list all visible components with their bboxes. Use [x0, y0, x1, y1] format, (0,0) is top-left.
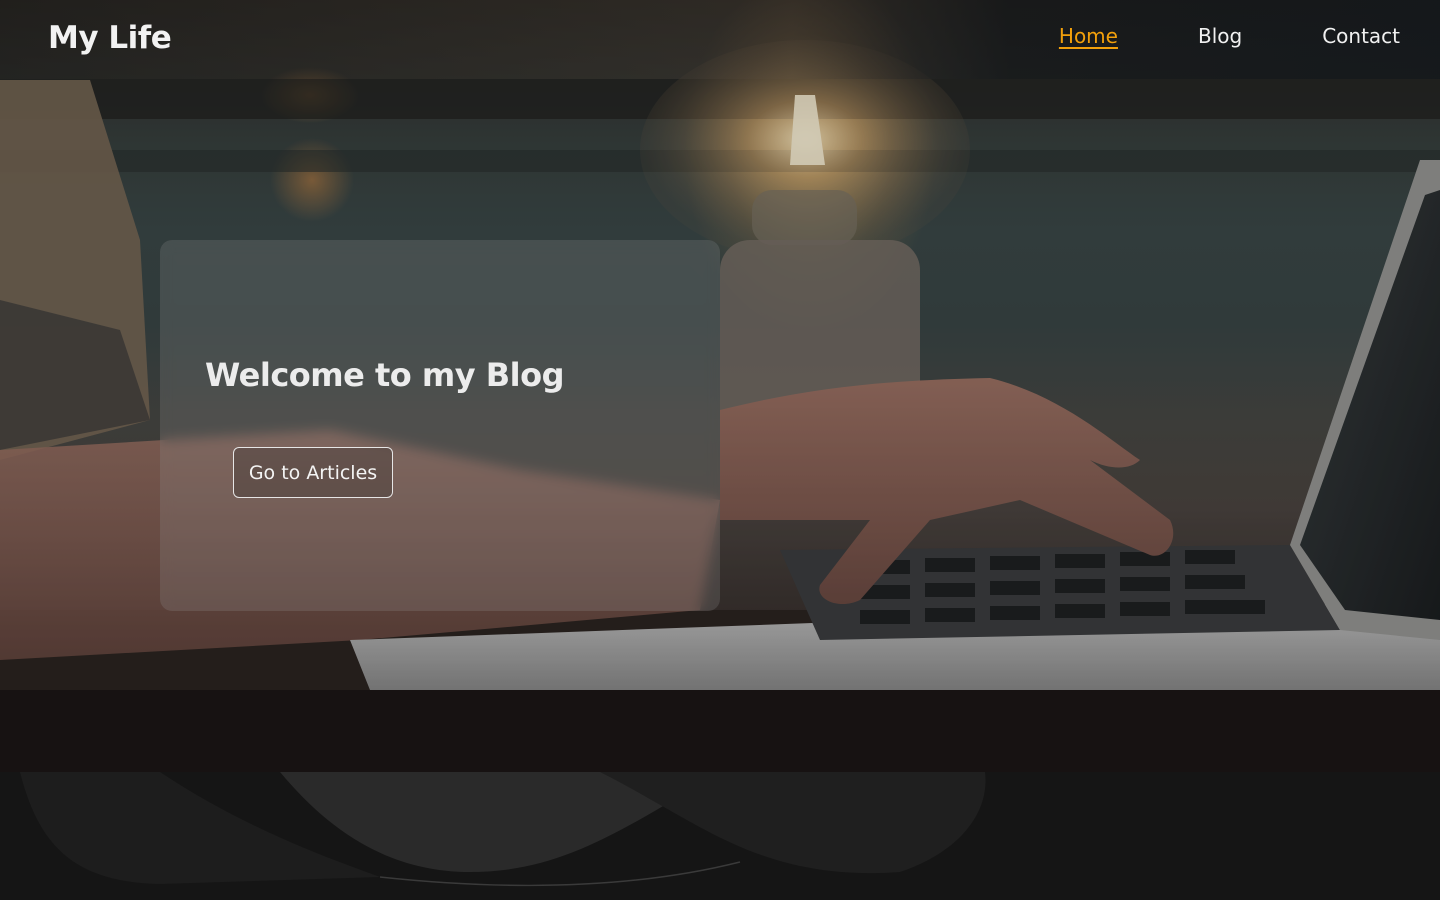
nav-link-home[interactable]: Home [1059, 24, 1118, 48]
brand-logo-text[interactable]: My Life [48, 20, 172, 56]
nav-link-contact[interactable]: Contact [1322, 24, 1400, 48]
hero-title: Welcome to my Blog [205, 356, 564, 394]
go-to-articles-button[interactable]: Go to Articles [233, 447, 393, 498]
page: My Life Home Blog Contact Welcome to my … [0, 0, 1440, 900]
nav-links: Home Blog Contact [979, 24, 1400, 48]
nav-link-blog[interactable]: Blog [1198, 24, 1242, 48]
bottom-section [0, 772, 1440, 900]
hero-card: Welcome to my Blog Go to Articles [160, 240, 720, 611]
wave-decoration [20, 772, 986, 887]
navbar: My Life Home Blog Contact [0, 0, 1440, 79]
